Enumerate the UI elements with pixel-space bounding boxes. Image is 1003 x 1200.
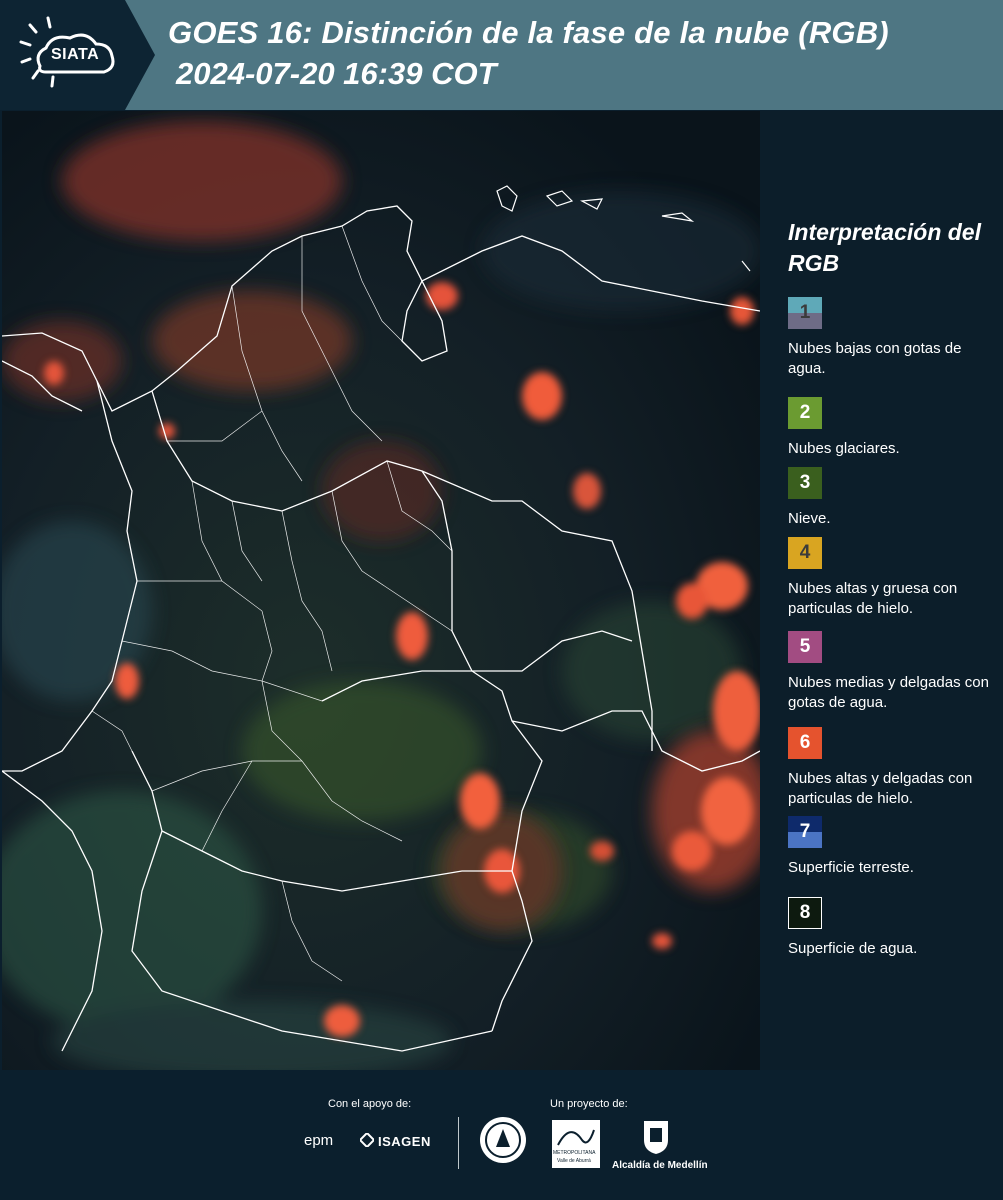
legend-item-8: 8 Superficie de agua.	[788, 897, 998, 959]
siata-logo: SIATA	[0, 0, 155, 110]
seal-icon	[478, 1115, 528, 1165]
legend-title: Interpretación del RGB	[788, 219, 981, 276]
project-label: Un proyecto de:	[550, 1098, 628, 1110]
legend-label: Superficie terreste.	[788, 859, 914, 876]
legend-item-6: 6 Nubes altas y delgadas con particulas d…	[788, 727, 998, 809]
isagen-logo: ISAGEN	[378, 1134, 431, 1149]
legend-item-7: 7 Superficie terreste.	[788, 816, 998, 878]
footer: Con el apoyo de: Un proyecto de: epm ISA…	[0, 1070, 1003, 1200]
legend-label: Nubes glaciares.	[788, 440, 900, 457]
legend-swatch: 8	[788, 897, 822, 929]
legend-swatch: 5	[788, 631, 822, 663]
satellite-image	[2, 111, 760, 1070]
legend-number: 6	[799, 732, 811, 753]
legend-item-5: 5 Nubes medias y delgadas con gotas de ag…	[788, 631, 998, 713]
legend-panel: Interpretación del RGB 1 Nubes bajas con …	[760, 111, 1003, 1070]
legend-number: 8	[799, 902, 811, 923]
legend-number: 7	[799, 821, 811, 842]
legend-number: 4	[799, 542, 811, 563]
legend-item-2: 2 Nubes glaciares.	[788, 397, 998, 459]
legend-swatch: 7	[788, 816, 822, 848]
legend-label: Nubes altas y delgadas con particulas de…	[788, 770, 973, 807]
alcaldia-label: Alcaldía de Medellín	[612, 1160, 708, 1171]
legend-number: 5	[799, 636, 811, 657]
logo-text: SIATA	[51, 46, 100, 63]
alcaldia-shield-icon	[641, 1118, 671, 1156]
legend-swatch: 2	[788, 397, 822, 429]
legend-item-3: 3 Nieve.	[788, 467, 998, 529]
page-datetime: 2024-07-20 16:39 COT	[176, 56, 497, 91]
legend-swatch: 1	[788, 297, 822, 329]
legend-item-1: 1 Nubes bajas con gotas de agua.	[788, 297, 998, 379]
legend-number: 3	[799, 472, 811, 493]
support-label: Con el apoyo de:	[328, 1098, 412, 1110]
legend-swatch: 6	[788, 727, 822, 759]
footer-divider	[458, 1117, 459, 1169]
satellite-map	[2, 111, 760, 1070]
legend-swatch: 4	[788, 537, 822, 569]
legend-label: Nubes bajas con gotas de agua.	[788, 340, 962, 377]
isagen-icon	[358, 1131, 376, 1149]
legend-swatch: 3	[788, 467, 822, 499]
legend-label: Nubes medias y delgadas con gotas de agu…	[788, 674, 989, 711]
page-title: GOES 16: Distinción de la fase de la nub…	[168, 15, 889, 50]
epm-logo: epm	[304, 1132, 334, 1149]
legend-number: 1	[799, 302, 811, 323]
legend-item-4: 4 Nubes altas y gruesa con particulas de …	[788, 537, 998, 619]
legend-number: 2	[799, 402, 811, 423]
legend-label: Nieve.	[788, 510, 831, 527]
header-bar: SIATA GOES 16: Distinción de la fase de …	[0, 0, 1003, 110]
legend-label: Nubes altas y gruesa con particulas de h…	[788, 580, 958, 617]
legend-label: Superficie de agua.	[788, 940, 918, 957]
area-metropolitana-logo: METROPOLITANA Valle de Aburrá	[552, 1120, 600, 1168]
